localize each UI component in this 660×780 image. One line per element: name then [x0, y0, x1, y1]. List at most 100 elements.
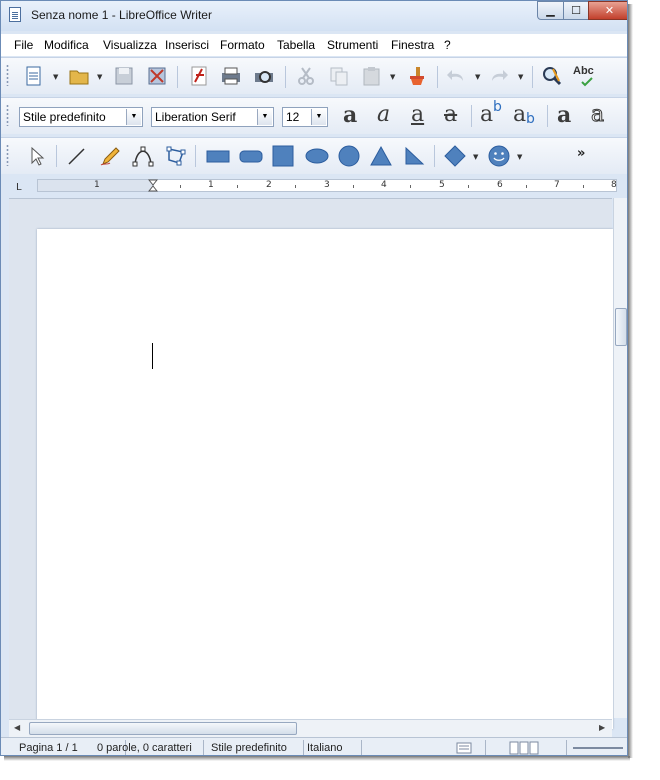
ruler-tick — [410, 185, 411, 188]
export-icon[interactable] — [146, 65, 168, 87]
polygon-icon[interactable] — [165, 145, 187, 167]
status-page[interactable]: Pagina 1 / 1 — [19, 742, 78, 754]
toolbar-grip[interactable] — [6, 104, 9, 126]
redo-icon[interactable] — [488, 65, 510, 87]
menu-file[interactable]: File — [14, 38, 33, 52]
document-modified-icon[interactable] — [456, 742, 472, 754]
maximize-button[interactable]: ☐ — [563, 1, 589, 20]
strikethrough-button[interactable]: a — [444, 102, 457, 127]
horizontal-scroll-thumb[interactable] — [29, 722, 297, 735]
chevron-down-icon[interactable]: ▼ — [126, 109, 141, 125]
font-name-select[interactable]: Liberation Serif ▼ — [151, 107, 274, 127]
title-bar[interactable]: Senza nome 1 - LibreOffice Writer ▁ ☐ ✕ — [1, 1, 627, 31]
open-dropdown-icon[interactable]: ▼ — [97, 73, 102, 81]
menu-help[interactable]: ? — [444, 38, 451, 52]
window-title: Senza nome 1 - LibreOffice Writer — [31, 8, 212, 22]
ruler-number: 1 — [208, 180, 214, 190]
paste-dropdown-icon[interactable]: ▼ — [390, 73, 395, 81]
new-document-icon[interactable] — [23, 65, 45, 87]
toolbar-grip[interactable] — [6, 144, 9, 166]
menu-formato[interactable]: Formato — [220, 38, 265, 52]
paste-icon[interactable] — [361, 65, 383, 87]
drawing-toolbar: ▼ ▼ » — [1, 137, 627, 174]
spellcheck-label: Abc — [573, 65, 594, 77]
square-icon[interactable] — [272, 145, 294, 167]
menu-tabella[interactable]: Tabella — [277, 38, 315, 52]
undo-dropdown-icon[interactable]: ▼ — [475, 73, 480, 81]
menu-inserisci[interactable]: Inserisci — [165, 38, 209, 52]
font-size-select[interactable]: 12 ▼ — [282, 107, 328, 127]
redo-dropdown-icon[interactable]: ▼ — [518, 73, 523, 81]
ruler-number: 3 — [324, 180, 330, 190]
save-icon[interactable] — [113, 65, 135, 87]
outline-button[interactable]: a — [590, 102, 604, 128]
zoom-slider[interactable] — [573, 747, 623, 749]
document-page[interactable] — [37, 229, 613, 729]
undo-icon[interactable] — [445, 65, 467, 87]
writer-window: Senza nome 1 - LibreOffice Writer ▁ ☐ ✕ … — [0, 0, 628, 756]
new-dropdown-icon[interactable]: ▼ — [53, 73, 58, 81]
ruler-tick — [295, 185, 296, 188]
ruler-scale[interactable]: 1 1 2 3 4 5 6 7 8 — [37, 179, 617, 192]
paragraph-style-select[interactable]: Stile predefinito ▼ — [19, 107, 143, 127]
underline-button[interactable]: a — [411, 102, 424, 127]
print-icon[interactable] — [220, 65, 242, 87]
print-preview-icon[interactable] — [253, 65, 275, 87]
tab-type-icon[interactable]: L — [16, 182, 22, 193]
menu-finestra[interactable]: Finestra — [391, 38, 434, 52]
chevron-down-icon[interactable]: ▼ — [257, 109, 272, 125]
toolbar-overflow-icon[interactable]: » — [577, 146, 585, 161]
vertical-scroll-thumb[interactable] — [615, 308, 627, 346]
triangle-icon[interactable] — [370, 145, 392, 167]
ellipse-icon[interactable] — [304, 145, 330, 167]
superscript-button[interactable]: ab — [480, 99, 508, 128]
ruler-tick — [353, 185, 354, 188]
standard-toolbar: ▼ ▼ ▼ ▼ ▼ Abc — [1, 57, 627, 94]
toolbar-grip[interactable] — [6, 64, 9, 86]
menu-strumenti[interactable]: Strumenti — [327, 38, 378, 52]
format-paintbrush-icon[interactable] — [405, 65, 427, 87]
subscript-base: a — [513, 102, 527, 127]
rectangle-icon[interactable] — [205, 145, 231, 167]
close-button[interactable]: ✕ — [588, 1, 627, 20]
line-icon[interactable] — [65, 145, 87, 167]
freeform-pencil-icon[interactable] — [99, 145, 121, 167]
scroll-right-icon[interactable]: ▶ — [599, 723, 605, 732]
open-folder-icon[interactable] — [68, 65, 90, 87]
italic-button[interactable]: a — [377, 102, 390, 127]
menu-visualizza[interactable]: Visualizza — [103, 38, 157, 52]
ruler-tick — [526, 185, 527, 188]
vertical-scrollbar[interactable] — [613, 198, 627, 718]
chevron-down-icon[interactable]: ▼ — [311, 109, 326, 125]
menu-modifica[interactable]: Modifica — [44, 38, 89, 52]
subscript-button[interactable]: ab — [513, 102, 541, 128]
bold-button[interactable]: a — [343, 102, 357, 128]
smiley-icon[interactable] — [488, 145, 510, 167]
indent-marker-icon[interactable] — [148, 179, 158, 192]
cut-icon[interactable] — [295, 65, 317, 87]
circle-icon[interactable] — [338, 145, 360, 167]
shapes-dropdown-icon[interactable]: ▼ — [473, 153, 478, 161]
menu-bar: File Modifica Visualizza Inserisci Forma… — [1, 34, 627, 81]
select-arrow-icon[interactable] — [27, 145, 49, 167]
close-icon: ✕ — [604, 4, 615, 17]
document-area — [9, 198, 613, 729]
symbols-dropdown-icon[interactable]: ▼ — [517, 153, 522, 161]
status-page-style[interactable]: Stile predefinito — [211, 742, 287, 754]
horizontal-scrollbar[interactable]: ◀ ▶ — [9, 719, 612, 737]
diamond-icon[interactable] — [444, 145, 466, 167]
view-layout-icon[interactable] — [509, 741, 539, 755]
export-pdf-icon[interactable] — [188, 65, 210, 87]
horizontal-ruler[interactable]: L 1 1 2 3 4 5 6 7 8 — [1, 174, 627, 198]
shadow-button[interactable]: a — [557, 102, 571, 128]
curve-icon[interactable] — [132, 145, 154, 167]
rounded-rectangle-icon[interactable] — [238, 145, 264, 167]
spellcheck-icon[interactable]: Abc — [573, 65, 599, 87]
status-language[interactable]: Italiano — [307, 742, 342, 754]
find-replace-icon[interactable] — [541, 65, 563, 87]
right-triangle-icon[interactable] — [403, 145, 425, 167]
copy-icon[interactable] — [328, 65, 350, 87]
minimize-button[interactable]: ▁ — [537, 1, 564, 20]
scroll-left-icon[interactable]: ◀ — [14, 723, 20, 732]
subscript-mark: b — [526, 111, 535, 127]
